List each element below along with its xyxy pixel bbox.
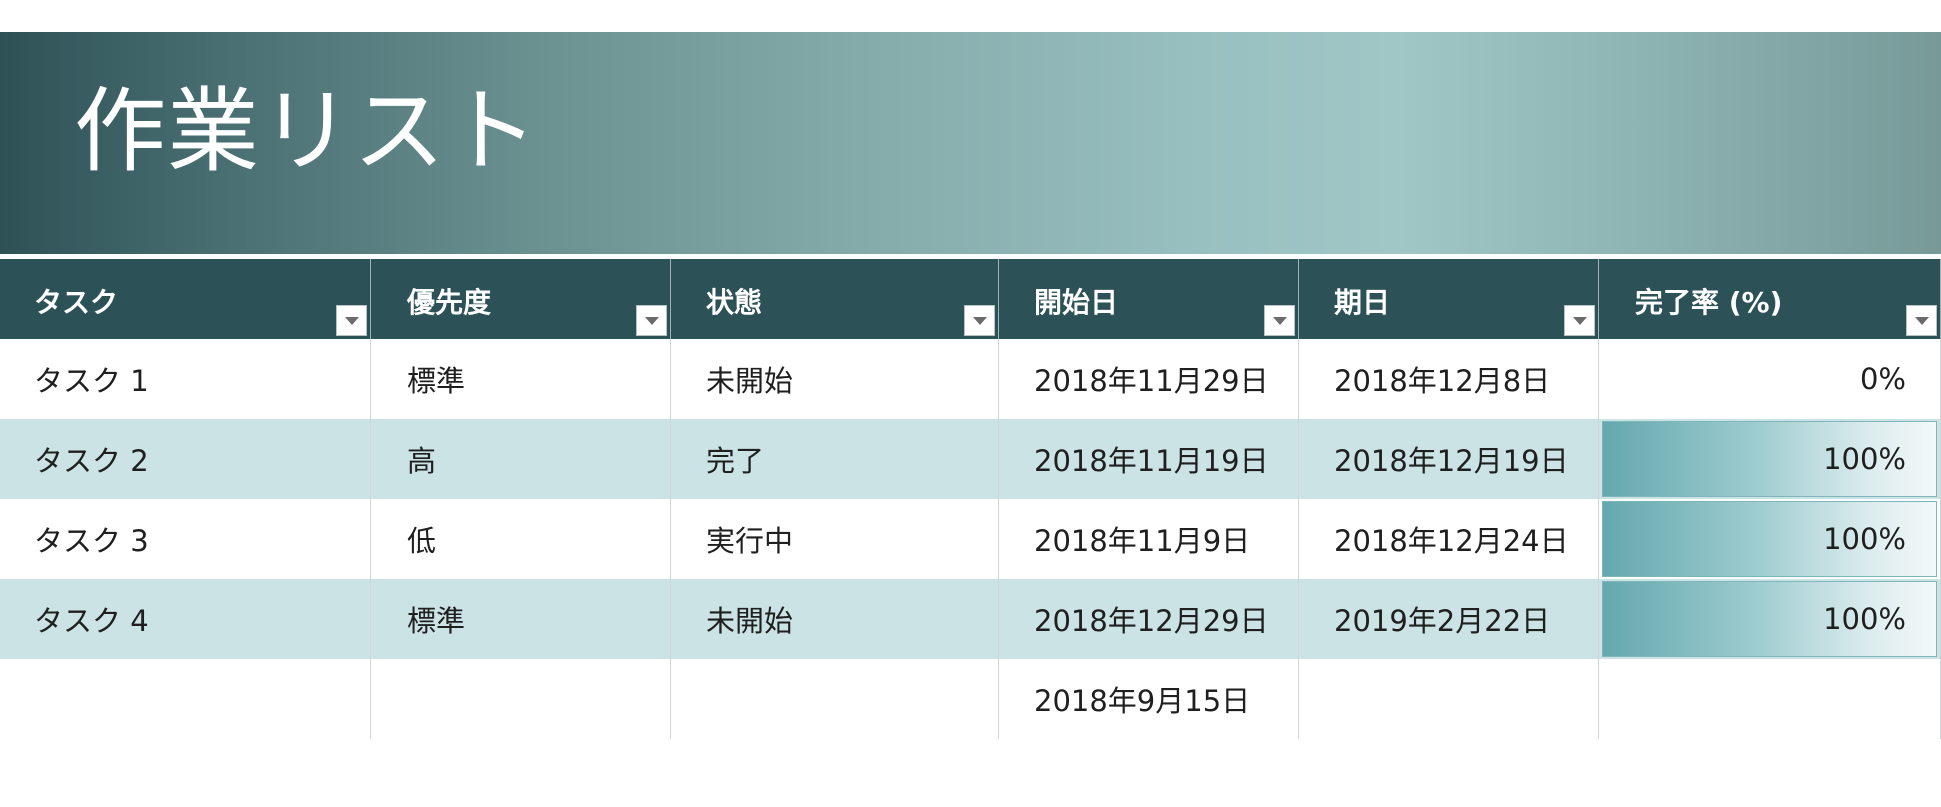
task-cell[interactable]: タスク 3 (0, 499, 371, 579)
task-table: タスク 優先度 状態 開始日 期日 完了率 (%) タスク 1 標準 未開始 2… (0, 256, 1941, 739)
start-date-cell[interactable]: 2018年11月29日 (999, 339, 1299, 419)
filter-dropdown-icon[interactable] (636, 305, 667, 336)
percent-label: 100% (1823, 522, 1906, 556)
header-label: 優先度 (407, 286, 492, 319)
header-start-date[interactable]: 開始日 (999, 259, 1299, 339)
header-label: 期日 (1334, 286, 1391, 319)
filter-dropdown-icon[interactable] (1906, 305, 1937, 336)
status-cell[interactable]: 完了 (671, 419, 999, 499)
percent-label: 100% (1823, 442, 1906, 476)
table-row: タスク 2 高 完了 2018年11月19日 2018年12月19日 100% (0, 419, 1941, 499)
priority-cell[interactable] (371, 659, 671, 739)
page-title[interactable]: 作業リスト (74, 86, 539, 178)
table-header-row: タスク 優先度 状態 開始日 期日 完了率 (%) (0, 256, 1941, 339)
header-status[interactable]: 状態 (671, 259, 999, 339)
priority-cell[interactable]: 標準 (371, 339, 671, 419)
percent-label: 0% (1859, 362, 1906, 396)
start-date-cell[interactable]: 2018年11月19日 (999, 419, 1299, 499)
status-cell[interactable]: 実行中 (671, 499, 999, 579)
start-date-cell[interactable]: 2018年12月29日 (999, 579, 1299, 659)
table-row: 2018年9月15日 (0, 659, 1941, 739)
status-cell[interactable]: 未開始 (671, 579, 999, 659)
table-row: タスク 1 標準 未開始 2018年11月29日 2018年12月8日 0% (0, 339, 1941, 419)
due-date-cell[interactable]: 2019年2月22日 (1299, 579, 1599, 659)
percent-cell[interactable]: 100% (1599, 579, 1941, 659)
status-cell[interactable] (671, 659, 999, 739)
header-task[interactable]: タスク (0, 259, 371, 339)
percent-cell[interactable]: 100% (1599, 419, 1941, 499)
table-row: タスク 3 低 実行中 2018年11月9日 2018年12月24日 100% (0, 499, 1941, 579)
due-date-cell[interactable]: 2018年12月24日 (1299, 499, 1599, 579)
start-date-cell[interactable]: 2018年11月9日 (999, 499, 1299, 579)
percent-cell[interactable] (1599, 659, 1941, 739)
header-label: 完了率 (%) (1635, 286, 1783, 319)
filter-dropdown-icon[interactable] (1264, 305, 1295, 336)
filter-dropdown-icon[interactable] (1564, 305, 1595, 336)
table-row: タスク 4 標準 未開始 2018年12月29日 2019年2月22日 100% (0, 579, 1941, 659)
priority-cell[interactable]: 低 (371, 499, 671, 579)
percent-label: 100% (1823, 602, 1906, 636)
start-date-cell[interactable]: 2018年9月15日 (999, 659, 1299, 739)
task-cell[interactable]: タスク 4 (0, 579, 371, 659)
spreadsheet: 作業リスト タスク 優先度 状態 開始日 期日 完了率 (%) タスク 1 標準… (0, 0, 1941, 807)
header-label: 状態 (706, 286, 763, 319)
task-cell[interactable]: タスク 2 (0, 419, 371, 499)
status-cell[interactable]: 未開始 (671, 339, 999, 419)
due-date-cell[interactable] (1299, 659, 1599, 739)
title-banner: 作業リスト (0, 32, 1941, 254)
task-cell[interactable]: タスク 1 (0, 339, 371, 419)
filter-dropdown-icon[interactable] (336, 305, 367, 336)
header-due-date[interactable]: 期日 (1299, 259, 1599, 339)
percent-cell[interactable]: 0% (1599, 339, 1941, 419)
priority-cell[interactable]: 標準 (371, 579, 671, 659)
header-priority[interactable]: 優先度 (371, 259, 671, 339)
percent-cell[interactable]: 100% (1599, 499, 1941, 579)
priority-cell[interactable]: 高 (371, 419, 671, 499)
header-label: タスク (34, 286, 119, 319)
task-cell[interactable] (0, 659, 371, 739)
header-label: 開始日 (1034, 286, 1119, 319)
due-date-cell[interactable]: 2018年12月8日 (1299, 339, 1599, 419)
due-date-cell[interactable]: 2018年12月19日 (1299, 419, 1599, 499)
header-percent-complete[interactable]: 完了率 (%) (1599, 259, 1941, 339)
filter-dropdown-icon[interactable] (964, 305, 995, 336)
